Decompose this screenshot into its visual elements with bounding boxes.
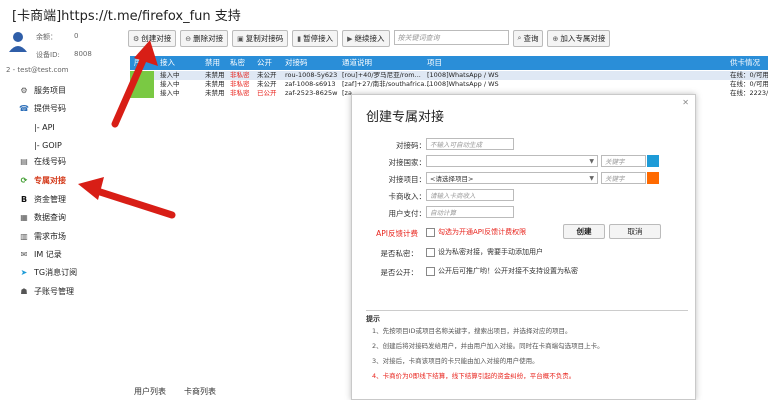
- tip-item: 2、创建后将对接码发给用户，并由用户加入对接。同时在卡商端勾选项目上卡。: [372, 342, 604, 350]
- tips-panel: 提示 1、先按项目ID或项目名称关键字，搜索出项目，并选择对应的项目。 2、创建…: [366, 310, 688, 391]
- private-checkbox[interactable]: [426, 248, 435, 257]
- create-submit-button[interactable]: 创建: [563, 224, 605, 239]
- api-check-text: 勾选为开通API反馈计费权限: [438, 228, 527, 236]
- pay-label: 用户支付：: [388, 209, 427, 218]
- tip-item: 1、先按项目ID或项目名称关键字，搜索出项目，并选择对应的项目。: [372, 327, 572, 335]
- close-icon[interactable]: ✕: [682, 98, 689, 107]
- arrow-to-create-button: [111, 40, 158, 128]
- chevron-down-icon: ▼: [589, 175, 594, 182]
- pay-input[interactable]: 自动计算: [426, 206, 514, 218]
- private-check-text: 设为私密对接，需要手动添加用户: [438, 248, 543, 256]
- code-input[interactable]: 不输入可自动生成: [426, 138, 514, 150]
- project-select[interactable]: <请选择项目> ▼: [426, 172, 598, 184]
- api-checkbox[interactable]: [426, 228, 435, 237]
- income-label: 卡商收入：: [388, 192, 427, 201]
- country-label: 对接国家：: [388, 158, 427, 167]
- public-check-text: 公开后可推广哟！公开对接不支持设置为私密: [438, 267, 578, 275]
- project-keyword-input[interactable]: 关键字: [601, 172, 646, 184]
- country-search-icon[interactable]: [647, 155, 659, 167]
- tip-item: 4、卡商价为0即线下结算，线下结算引起的资金纠纷，平台概不负责。: [372, 372, 576, 380]
- api-label: API反馈计费: [376, 229, 418, 238]
- private-label: 是否私密：: [380, 249, 419, 258]
- tips-title: 提示: [366, 315, 380, 323]
- country-select[interactable]: ▼: [426, 155, 598, 167]
- country-keyword-input[interactable]: 关键字: [601, 155, 646, 167]
- code-label: 对接码：: [396, 141, 426, 150]
- chevron-down-icon: ▼: [589, 158, 594, 165]
- income-input[interactable]: 请输入卡商收入: [426, 189, 514, 201]
- project-search-icon[interactable]: [647, 172, 659, 184]
- public-checkbox[interactable]: [426, 267, 435, 276]
- arrow-to-exclusive-menu: [78, 177, 176, 219]
- create-dialog: ✕ 创建专属对接 对接码： 不输入可自动生成 对接国家： ▼ 关键字 对接项目：…: [351, 94, 696, 400]
- cancel-button[interactable]: 取消: [609, 224, 661, 239]
- tip-item: 3、对接后，卡商该项目的卡只能由加入对接的用户使用。: [372, 357, 539, 365]
- dialog-title: 创建专属对接: [366, 110, 445, 125]
- project-label: 对接项目：: [388, 175, 427, 184]
- public-label: 是否公开：: [380, 268, 419, 277]
